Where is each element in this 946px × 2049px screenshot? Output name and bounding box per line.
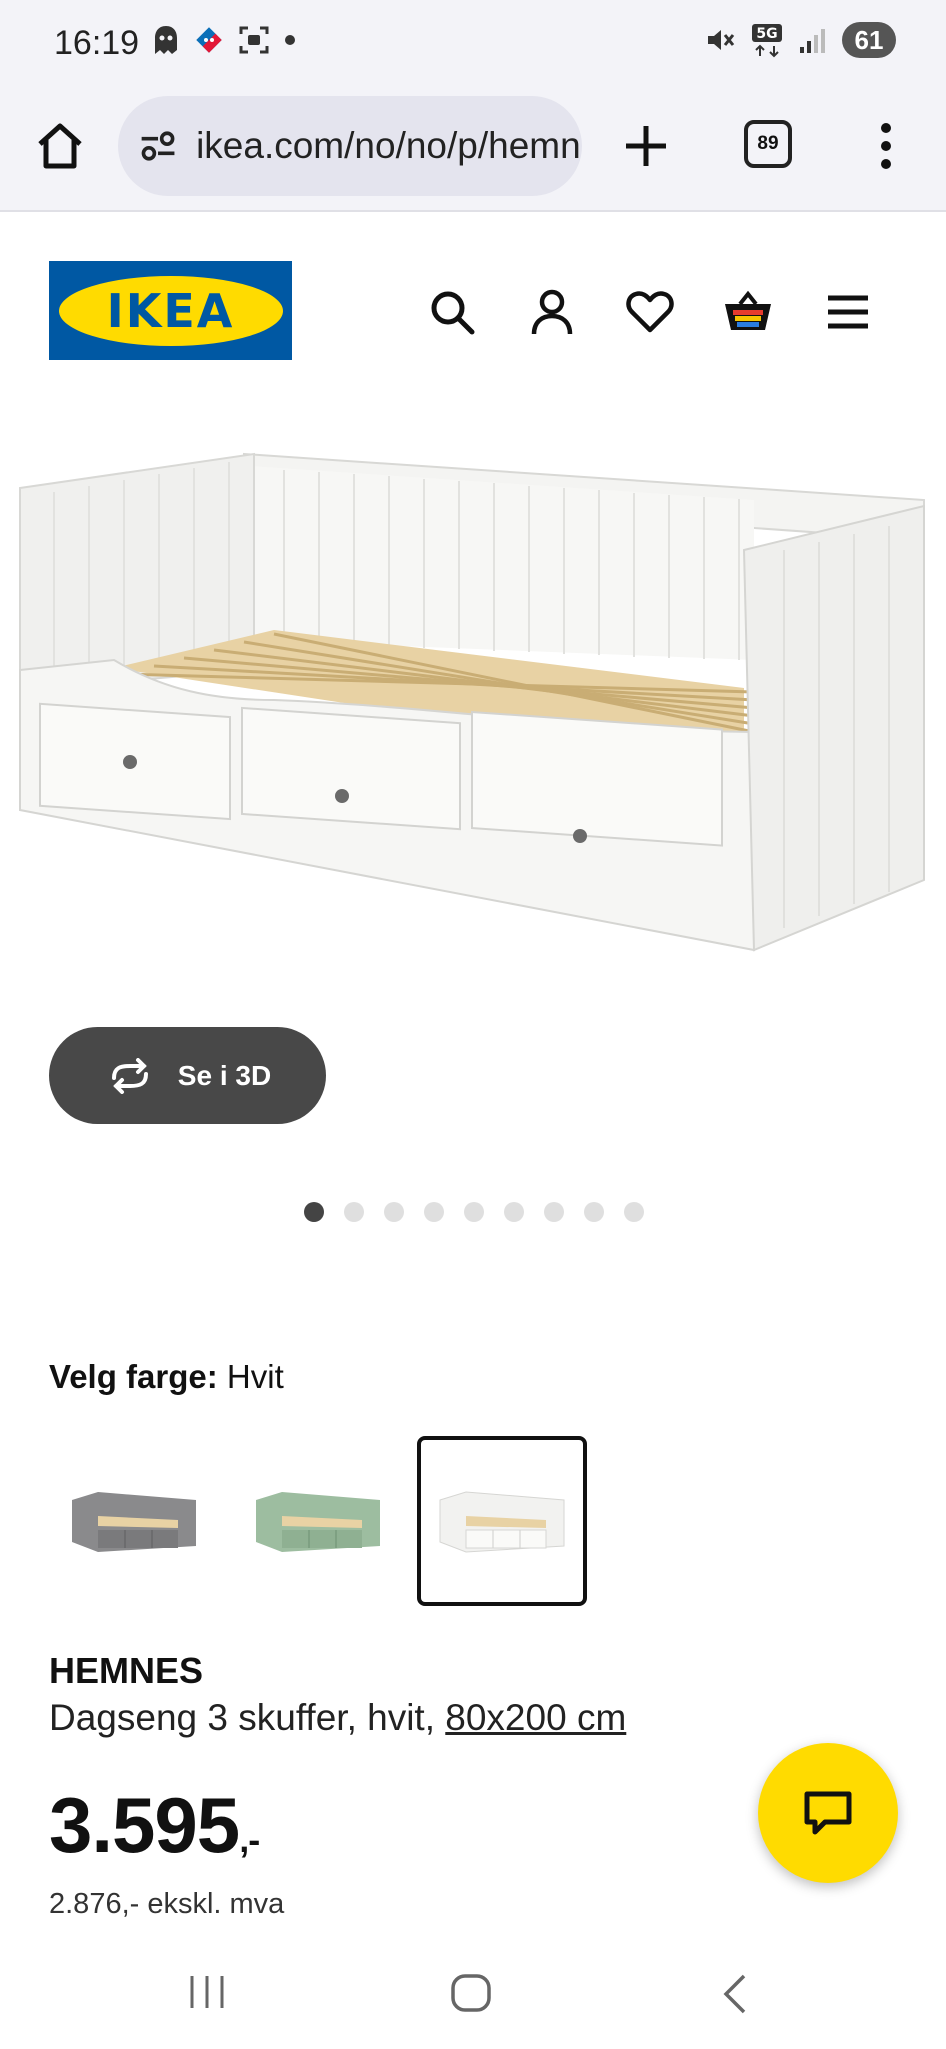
- color-swatches: [49, 1436, 587, 1606]
- carousel-dot[interactable]: [624, 1202, 644, 1222]
- battery-indicator: 61: [842, 22, 896, 58]
- view-3d-label: Se i 3D: [177, 1059, 272, 1091]
- chat-icon: [804, 1791, 852, 1835]
- carousel-dot[interactable]: [544, 1202, 564, 1222]
- cart-icon[interactable]: [722, 286, 774, 338]
- status-time: 16:19: [54, 24, 140, 62]
- address-bar[interactable]: ikea.com/no/no/p/hemnes: [118, 96, 582, 196]
- color-selected-value: Hvit: [226, 1358, 284, 1395]
- system-navigation-bar: [0, 1940, 946, 2049]
- svg-text:5G: 5G: [756, 26, 777, 42]
- carousel-dot[interactable]: [304, 1202, 324, 1222]
- color-label: Velg farge: Hvit: [49, 1358, 284, 1396]
- site-header: IKEA: [0, 212, 946, 392]
- account-icon[interactable]: [526, 286, 578, 338]
- product-description-text: Dagseng 3 skuffer, hvit,: [49, 1697, 435, 1738]
- ikea-logo[interactable]: IKEA: [49, 261, 292, 360]
- logo-ellipse: IKEA: [58, 275, 283, 346]
- heart-icon[interactable]: [624, 286, 676, 338]
- product-price: 3.595,-: [49, 1780, 260, 1871]
- signal-icon: [800, 29, 825, 53]
- price-value: 3.595: [49, 1781, 240, 1869]
- price-suffix: ,-: [239, 1819, 260, 1860]
- price-ex-vat: 2.876,- ekskl. mva: [49, 1888, 285, 1920]
- back-nav-icon[interactable]: [718, 1972, 750, 2016]
- url-text[interactable]: ikea.com/no/no/p/hemnes: [196, 125, 582, 167]
- grey-daybed-thumbnail: [72, 1492, 196, 1552]
- home-icon[interactable]: [32, 118, 88, 174]
- white-daybed-thumbnail: [439, 1491, 565, 1553]
- carousel-dots: [304, 1202, 644, 1222]
- dominos-icon: [196, 27, 222, 53]
- network-5g-icon: 5G: [752, 24, 782, 58]
- more-options-icon[interactable]: [866, 118, 906, 174]
- hamburger-menu-icon[interactable]: [822, 286, 874, 338]
- mute-icon: [708, 30, 735, 50]
- browser-toolbar: ikea.com/no/no/p/hemnes 89: [0, 88, 946, 212]
- screenshot-icon: [239, 26, 269, 54]
- tab-switcher-button[interactable]: 89: [744, 120, 792, 168]
- search-icon[interactable]: [426, 286, 478, 338]
- swatch-grey[interactable]: [49, 1436, 219, 1606]
- product-description: Dagseng 3 skuffer, hvit, 80x200 cm: [49, 1697, 626, 1739]
- carousel-dot[interactable]: [464, 1202, 484, 1222]
- status-bar: 16:19 5G 61: [0, 0, 946, 88]
- site-settings-icon[interactable]: [138, 126, 178, 166]
- home-nav-icon[interactable]: [449, 1972, 493, 2014]
- swatch-green[interactable]: [233, 1436, 403, 1606]
- product-name: HEMNES: [49, 1650, 204, 1691]
- carousel-dot[interactable]: [504, 1202, 524, 1222]
- ghost-icon: [155, 26, 177, 54]
- view-3d-button[interactable]: Se i 3D: [49, 1027, 326, 1124]
- carousel-dot[interactable]: [584, 1202, 604, 1222]
- swatch-white[interactable]: [417, 1436, 587, 1606]
- carousel-dot[interactable]: [344, 1202, 364, 1222]
- carousel-dot[interactable]: [384, 1202, 404, 1222]
- product-image[interactable]: [14, 430, 934, 960]
- recent-apps-icon[interactable]: [186, 1972, 228, 2012]
- green-daybed-thumbnail: [256, 1492, 380, 1552]
- rotate-3d-icon: [111, 1057, 148, 1094]
- product-size-link[interactable]: 80x200 cm: [445, 1697, 626, 1738]
- chat-button[interactable]: [758, 1743, 898, 1883]
- status-notification-icons: [152, 24, 296, 56]
- new-tab-icon[interactable]: [618, 118, 674, 174]
- carousel-dot[interactable]: [424, 1202, 444, 1222]
- logo-text: IKEA: [106, 283, 235, 338]
- status-system-icons: 5G 61: [704, 22, 896, 58]
- dot-icon: [285, 35, 295, 45]
- color-label-title: Velg farge:: [49, 1358, 218, 1395]
